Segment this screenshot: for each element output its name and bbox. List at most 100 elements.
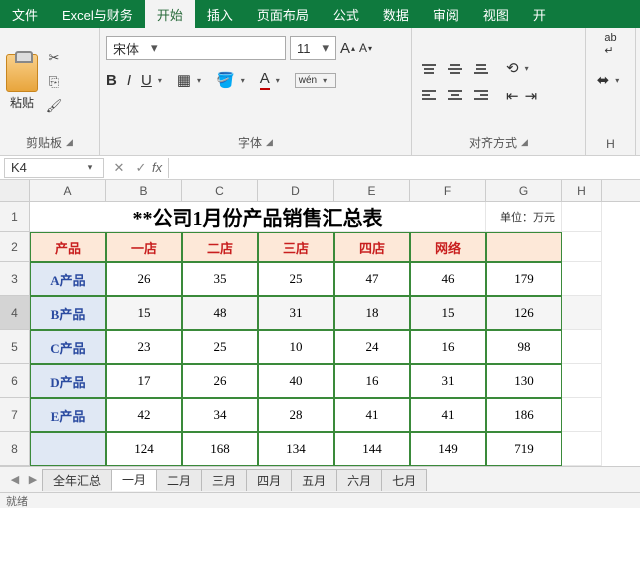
align-middle-button[interactable] (444, 58, 466, 80)
row-header[interactable]: 1 (0, 202, 30, 232)
ribbon-tab[interactable]: 插入 (195, 0, 245, 28)
name-box[interactable]: K4▾ (4, 158, 104, 178)
unit-cell[interactable]: 单位：万元 (486, 202, 562, 232)
data-cell[interactable]: 31 (410, 364, 486, 398)
phonetic-button[interactable]: wén▾ (295, 73, 336, 88)
formula-input[interactable] (168, 158, 640, 178)
column-header[interactable]: F (410, 180, 486, 201)
fill-color-button[interactable]: 🪣▾ (216, 71, 250, 89)
product-cell[interactable]: E产品 (30, 398, 106, 432)
data-cell[interactable]: 10 (258, 330, 334, 364)
header-cell[interactable]: 一店 (106, 232, 182, 262)
enter-formula-button[interactable]: ✓ (130, 160, 152, 176)
italic-button[interactable]: I (127, 72, 131, 89)
product-cell[interactable]: A产品 (30, 262, 106, 296)
underline-button[interactable]: U▾ (141, 72, 167, 89)
bold-button[interactable]: B (106, 72, 117, 89)
row-header[interactable]: 3 (0, 262, 30, 296)
data-cell[interactable]: 42 (106, 398, 182, 432)
row-header[interactable]: 4 (0, 296, 30, 330)
sheet-tab[interactable]: 三月 (201, 469, 247, 491)
fx-label[interactable]: fx (152, 160, 162, 175)
data-cell[interactable]: 124 (106, 432, 182, 466)
sheet-tab[interactable]: 四月 (246, 469, 292, 491)
cell[interactable] (562, 296, 602, 330)
row-header[interactable]: 5 (0, 330, 30, 364)
cell[interactable] (562, 232, 602, 262)
data-cell[interactable]: 179 (486, 262, 562, 296)
data-cell[interactable]: 149 (410, 432, 486, 466)
row-header[interactable]: 8 (0, 432, 30, 466)
product-cell[interactable]: D产品 (30, 364, 106, 398)
data-cell[interactable]: 126 (486, 296, 562, 330)
align-top-button[interactable] (418, 58, 440, 80)
column-header[interactable]: D (258, 180, 334, 201)
wrap-text-button[interactable]: ab↵ (604, 32, 616, 57)
header-cell[interactable]: 产品 (30, 232, 106, 262)
cell[interactable] (562, 432, 602, 466)
cut-button[interactable]: ✂ (44, 49, 64, 67)
data-cell[interactable]: 26 (182, 364, 258, 398)
data-cell[interactable]: 31 (258, 296, 334, 330)
paste-button[interactable]: 粘贴 (6, 54, 38, 111)
sheet-tab[interactable]: 二月 (156, 469, 202, 491)
align-center-button[interactable] (444, 84, 466, 106)
chevron-down-icon[interactable]: ▾ (317, 40, 331, 56)
data-cell[interactable]: 41 (410, 398, 486, 432)
data-cell[interactable]: 17 (106, 364, 182, 398)
row-header[interactable]: 7 (0, 398, 30, 432)
header-cell[interactable]: 二店 (182, 232, 258, 262)
column-header[interactable]: E (334, 180, 410, 201)
cancel-formula-button[interactable]: ✕ (108, 160, 130, 176)
ribbon-tab[interactable]: 审阅 (421, 0, 471, 28)
ribbon-tab[interactable]: 页面布局 (245, 0, 321, 28)
data-cell[interactable]: 25 (258, 262, 334, 296)
row-header[interactable]: 6 (0, 364, 30, 398)
font-color-button[interactable]: A▾ (260, 70, 285, 90)
header-cell[interactable]: 网络 (410, 232, 486, 262)
ribbon-tab[interactable]: 视图 (471, 0, 521, 28)
data-cell[interactable]: 25 (182, 330, 258, 364)
align-dialog-icon[interactable]: ◢ (521, 137, 528, 148)
sheet-tab[interactable]: 一月 (111, 469, 157, 491)
header-cell[interactable] (486, 232, 562, 262)
data-cell[interactable]: 15 (410, 296, 486, 330)
product-cell[interactable] (30, 432, 106, 466)
decrease-indent-button[interactable]: ⇤ (506, 87, 519, 105)
cell[interactable] (562, 398, 602, 432)
data-cell[interactable]: 168 (182, 432, 258, 466)
product-cell[interactable]: C产品 (30, 330, 106, 364)
sheet-tab[interactable]: 六月 (336, 469, 382, 491)
row-header[interactable]: 2 (0, 232, 30, 262)
data-cell[interactable]: 15 (106, 296, 182, 330)
select-all-corner[interactable] (0, 180, 30, 201)
data-cell[interactable]: 23 (106, 330, 182, 364)
title-cell[interactable]: **公司1月份产品销售汇总表 (30, 202, 486, 232)
data-cell[interactable]: 26 (106, 262, 182, 296)
data-cell[interactable]: 16 (410, 330, 486, 364)
ribbon-tab[interactable]: Excel与财务 (50, 0, 145, 28)
data-cell[interactable]: 134 (258, 432, 334, 466)
sheet-tab[interactable]: 全年汇总 (42, 469, 112, 491)
increase-indent-button[interactable]: ⇥ (525, 87, 538, 105)
ribbon-tab[interactable]: 数据 (371, 0, 421, 28)
chevron-down-icon[interactable]: ▾ (145, 40, 159, 56)
data-cell[interactable]: 40 (258, 364, 334, 398)
data-cell[interactable]: 24 (334, 330, 410, 364)
ribbon-tab[interactable]: 开 (521, 0, 558, 28)
data-cell[interactable]: 144 (334, 432, 410, 466)
data-cell[interactable]: 719 (486, 432, 562, 466)
data-cell[interactable]: 34 (182, 398, 258, 432)
column-header[interactable]: A (30, 180, 106, 201)
header-cell[interactable]: 四店 (334, 232, 410, 262)
font-dialog-icon[interactable]: ◢ (266, 137, 273, 148)
column-header[interactable]: H (562, 180, 602, 201)
data-cell[interactable]: 18 (334, 296, 410, 330)
copy-button[interactable]: ⎘ (44, 73, 64, 91)
clipboard-dialog-icon[interactable]: ◢ (66, 137, 73, 148)
ribbon-tab[interactable]: 开始 (145, 0, 195, 28)
merge-button[interactable]: ⬌▾ (597, 71, 625, 89)
data-cell[interactable]: 186 (486, 398, 562, 432)
font-size-combo[interactable]: 11▾ (290, 36, 336, 60)
decrease-font-button[interactable]: A▾ (359, 41, 372, 55)
